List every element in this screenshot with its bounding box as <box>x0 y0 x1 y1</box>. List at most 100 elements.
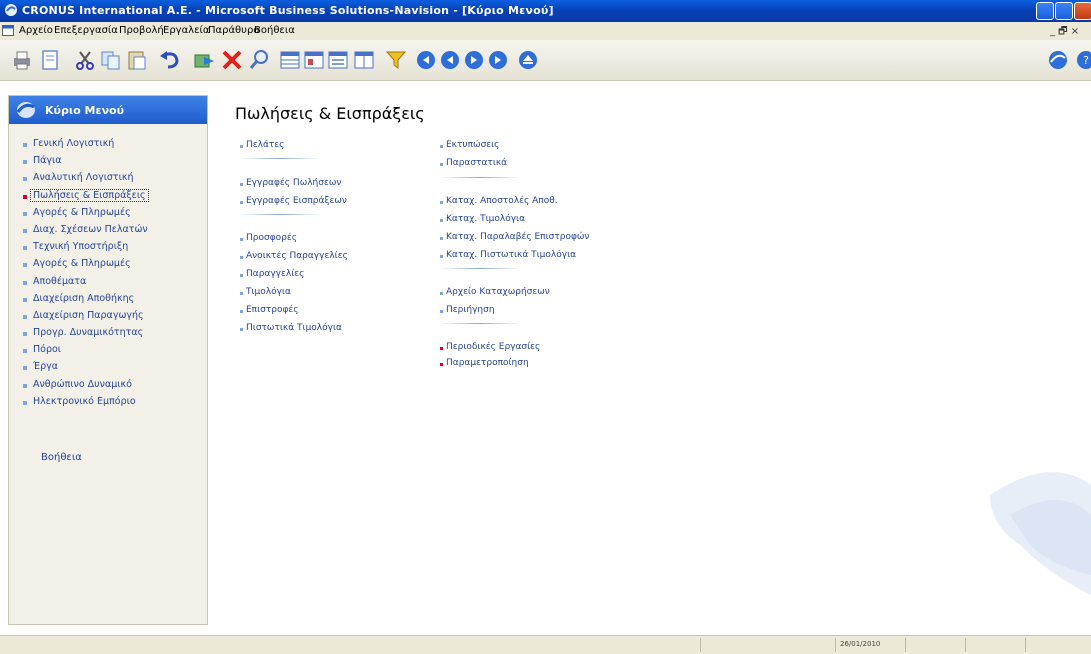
last-icon[interactable] <box>486 49 510 71</box>
link-customers[interactable]: Πελάτες <box>240 140 284 150</box>
sidebar-item-manufacturing[interactable]: Διαχείριση Παραγωγής <box>21 310 149 327</box>
bullet-icon <box>23 332 27 337</box>
status-cell <box>905 638 965 652</box>
menu-file[interactable]: Αρχείο <box>19 25 53 36</box>
sidebar-item-general-ledger[interactable]: Γενική Λογιστική <box>21 138 149 155</box>
maximize-button[interactable] <box>1055 2 1073 20</box>
delete-icon[interactable] <box>220 49 244 71</box>
bullet-icon <box>23 280 27 285</box>
sidebar-item-purchases-payables[interactable]: Αγορές & Πληρωμές <box>21 207 149 224</box>
menu-view[interactable]: Προβολή <box>119 25 164 36</box>
status-cell <box>1025 638 1091 652</box>
link-sales-journals[interactable]: Εγγραφές Πωλήσεων <box>240 178 341 188</box>
sidebar-item-ecommerce[interactable]: Ηλεκτρονικό Εμπόριο <box>21 396 149 413</box>
navigator-icon[interactable] <box>1046 49 1070 71</box>
page-title: Πωλήσεις & Εισπράξεις <box>235 104 425 123</box>
window-title: CRONUS International A.E. - Microsoft Bu… <box>22 4 554 17</box>
print-icon[interactable] <box>10 49 34 71</box>
next-icon[interactable] <box>462 49 486 71</box>
table-icon[interactable] <box>352 49 376 71</box>
minimize-button[interactable] <box>1036 2 1054 20</box>
sidebar-item-resources[interactable]: Πόροι <box>21 344 149 361</box>
separator <box>440 268 520 269</box>
sidebar-item-jobs[interactable]: Έργα <box>21 361 149 378</box>
title-bar[interactable]: CRONUS International A.E. - Microsoft Bu… <box>0 0 1091 22</box>
link-receipt-journals[interactable]: Εγγραφές Εισπράξεων <box>240 196 347 206</box>
mdi-window-controls[interactable]: _ 🗗 × <box>1050 24 1079 41</box>
link-credit-memos[interactable]: Πιστωτικά Τιμολόγια <box>240 323 342 333</box>
undo-icon[interactable] <box>158 49 182 71</box>
bullet-icon <box>23 263 27 268</box>
close-button[interactable] <box>1074 2 1091 20</box>
link-quotes[interactable]: Προσφορές <box>240 233 297 243</box>
eject-icon[interactable] <box>516 49 540 71</box>
navision-logo-icon <box>16 102 35 118</box>
help-icon[interactable]: ? <box>1074 49 1091 71</box>
list-icon[interactable] <box>278 49 302 71</box>
svg-text:?: ? <box>1083 54 1089 67</box>
separator <box>240 158 320 159</box>
main-menu-header[interactable]: Κύριο Μενού <box>9 96 207 124</box>
sidebar-item-fixed-assets[interactable]: Πάγια <box>21 155 149 172</box>
main-menu-title: Κύριο Μενού <box>45 104 125 117</box>
sidebar-item-capacity-planning[interactable]: Προγρ. Δυναμικότητας <box>21 327 149 344</box>
bullet-icon <box>23 400 27 405</box>
link-posted-return-receipts[interactable]: Καταχ. Παραλαβές Επιστροφών <box>440 232 589 242</box>
menu-bar: Αρχείο Επεξεργασία Προβολή Εργαλεία Παρά… <box>0 22 1091 41</box>
sidebar-item-crm[interactable]: Διαχ. Σχέσεων Πελατών <box>21 224 149 241</box>
toolbar: ? <box>0 40 1091 81</box>
link-reports[interactable]: Εκτυπώσεις <box>440 140 499 150</box>
status-cell <box>965 638 1025 652</box>
bullet-icon <box>23 297 27 302</box>
form-icon[interactable] <box>326 49 350 71</box>
find-icon[interactable] <box>248 49 272 71</box>
bullet-icon <box>23 177 27 182</box>
link-setup[interactable]: Παραμετροποίηση <box>440 358 529 368</box>
sidebar-item-service[interactable]: Τεχνική Υποστήριξη <box>21 241 149 258</box>
bullet-icon <box>23 143 27 147</box>
link-orders[interactable]: Παραγγελίες <box>240 269 304 279</box>
sidebar-item-human-resources[interactable]: Ανθρώπινο Δυναμικό <box>21 379 149 396</box>
help-link[interactable]: Βοήθεια <box>41 452 82 463</box>
sidebar-item-sales-receivables[interactable]: Πωλήσεις & Εισπράξεις <box>21 188 149 207</box>
cut-icon[interactable] <box>73 49 97 71</box>
filter-icon[interactable] <box>384 49 408 71</box>
sidebar-item-purchases-2[interactable]: Αγορές & Πληρωμές <box>21 258 149 275</box>
print-preview-icon[interactable] <box>38 49 62 71</box>
first-icon[interactable] <box>414 49 438 71</box>
copy-icon[interactable] <box>99 49 123 71</box>
link-posted-invoices[interactable]: Καταχ. Τιμολόγια <box>440 214 525 224</box>
link-archived-documents[interactable]: Αρχείο Καταχωρήσεων <box>440 287 550 297</box>
bullet-icon <box>23 160 27 165</box>
sidebar-item-warehouse[interactable]: Διαχείριση Αποθήκης <box>21 293 149 310</box>
sidebar-item-cost-accounting[interactable]: Αναλυτική Λογιστική <box>21 172 149 189</box>
status-cell <box>700 638 835 652</box>
link-documents[interactable]: Παραστατικά <box>440 158 507 168</box>
background-swirl-graphic <box>990 472 1091 595</box>
menu-edit[interactable]: Επεξεργασία <box>54 25 118 36</box>
menu-help[interactable]: Βοήθεια <box>254 25 295 36</box>
paste-icon[interactable] <box>125 49 149 71</box>
previous-icon[interactable] <box>438 49 462 71</box>
document-window-icon[interactable] <box>2 25 14 36</box>
bullet-icon <box>23 383 27 388</box>
status-date: 26/01/2010 <box>840 640 881 648</box>
link-periodic-activities[interactable]: Περιοδικές Εργασίες <box>440 342 540 352</box>
link-blanket-orders[interactable]: Ανοικτές Παραγγελίες <box>240 251 348 261</box>
insert-icon[interactable] <box>192 49 216 71</box>
main-menu-panel: Κύριο Μενού Γενική Λογιστική Πάγια Αναλυ… <box>8 95 208 625</box>
card-icon[interactable] <box>302 49 326 71</box>
link-invoices[interactable]: Τιμολόγια <box>240 287 291 297</box>
menu-tools[interactable]: Εργαλεία <box>163 25 209 36</box>
link-analysis[interactable]: Περιήγηση <box>440 305 495 315</box>
sidebar-item-inventory[interactable]: Αποθέματα <box>21 276 149 293</box>
app-icon <box>5 4 17 16</box>
link-return-orders[interactable]: Επιστροφές <box>240 305 299 315</box>
bullet-icon <box>23 314 27 319</box>
bullet-icon <box>23 228 27 233</box>
menu-window[interactable]: Παράθυρο <box>208 25 259 36</box>
separator <box>240 214 320 215</box>
link-posted-shipments[interactable]: Καταχ. Αποστολές Αποθ. <box>440 196 558 206</box>
link-posted-credit-memos[interactable]: Καταχ. Πιστωτικά Τιμολόγια <box>440 250 576 260</box>
bullet-icon <box>23 366 27 371</box>
